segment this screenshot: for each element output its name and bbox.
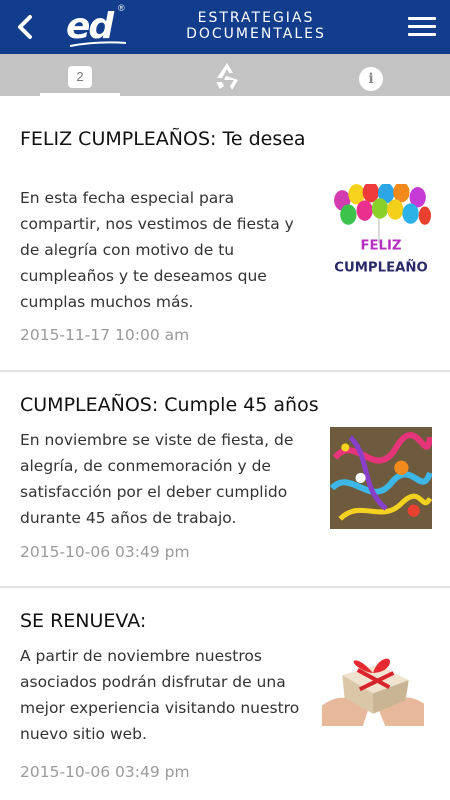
post-title: SE RENUEVA: xyxy=(20,610,147,632)
image-text-cumpleanos: CUMPLEAÑO xyxy=(334,259,427,276)
news-card[interactable]: FELIZ CUMPLEAÑOS: Te desea En esta fecha… xyxy=(0,96,450,372)
tab-notifications-badge[interactable]: 2 xyxy=(68,66,92,88)
news-card[interactable]: SE RENUEVA: A partir de noviembre nuestr… xyxy=(0,586,450,800)
app-header: ed ® ESTRATEGIAS DOCUMENTALES xyxy=(0,0,450,54)
logo-swoosh-icon xyxy=(69,41,127,47)
post-title: CUMPLEAÑOS: Cumple 45 años xyxy=(20,394,319,416)
post-body: En esta fecha especial para compartir, n… xyxy=(20,189,294,311)
post-title: FELIZ CUMPLEAÑOS: Te desea xyxy=(20,128,306,150)
gift-box-image xyxy=(322,624,424,726)
brand-line-2: DOCUMENTALES xyxy=(186,26,326,42)
brand-name: ESTRATEGIAS DOCUMENTALES xyxy=(140,10,372,42)
party-streamers-image xyxy=(330,427,432,529)
birthday-balloons-image: FELIZ CUMPLEAÑO xyxy=(330,184,432,286)
registered-mark: ® xyxy=(118,3,125,13)
post-date: 2015-10-06 03:49 pm xyxy=(20,763,190,781)
info-icon[interactable]: i xyxy=(359,67,383,91)
image-text-feliz: FELIZ xyxy=(360,238,401,253)
brand-line-1: ESTRATEGIAS xyxy=(197,10,315,26)
hamburger-menu-icon[interactable] xyxy=(408,17,436,39)
news-card[interactable]: CUMPLEAÑOS: Cumple 45 años En noviembre … xyxy=(0,370,450,588)
post-body: En noviembre se viste de fiesta, de aleg… xyxy=(20,431,294,527)
post-date: 2015-11-17 10:00 am xyxy=(20,326,190,344)
back-arrow-icon[interactable] xyxy=(10,12,40,42)
post-body: A partir de noviembre nuestros asociados… xyxy=(20,647,300,743)
recycle-logo-icon[interactable] xyxy=(211,60,243,92)
post-date: 2015-10-06 03:49 pm xyxy=(20,543,190,561)
